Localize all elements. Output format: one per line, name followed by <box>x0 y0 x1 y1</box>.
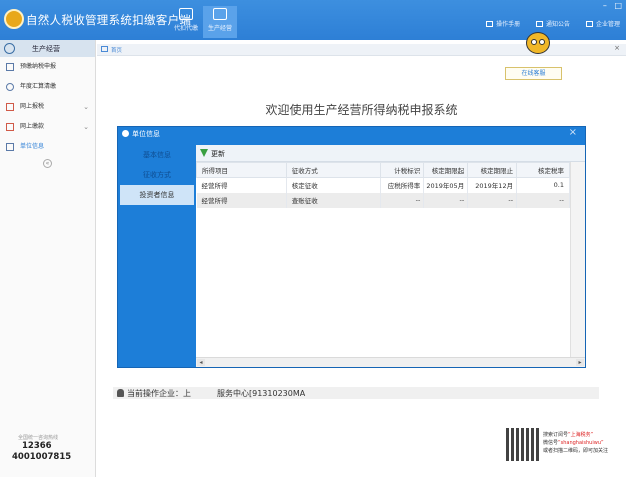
table-cell: -- <box>380 192 425 208</box>
chevron-down-icon: ⌄ <box>83 123 89 131</box>
sidebar-item-unit-info[interactable]: 单位信息 <box>0 137 95 157</box>
table-row[interactable]: 经营所得 查账征收 -- -- -- -- <box>196 192 570 208</box>
table-cell: 经营所得 <box>196 192 287 208</box>
menu-icon[interactable] <box>4 43 15 54</box>
table-cell: 经营所得 <box>196 177 287 193</box>
hotline-number: 4001007815 <box>12 452 72 462</box>
column-header: 计税标识 <box>380 162 425 178</box>
nav-withholding-label: 代扣代缴 <box>173 25 198 32</box>
scroll-left-button[interactable]: ◂ <box>197 359 205 366</box>
table-cell: -- <box>423 192 469 208</box>
table-cell: 2019年05月 <box>423 177 469 193</box>
sidebar-header: 生产经营 <box>0 40 95 57</box>
sidebar-title: 生产经营 <box>32 45 60 53</box>
tab-collection-method[interactable]: 征收方式 <box>120 165 194 185</box>
database-icon <box>213 8 227 20</box>
table-cell: 应税所得率 <box>380 177 425 193</box>
nav-withholding-button[interactable]: 代扣代缴 <box>169 6 203 38</box>
payment-icon <box>6 123 14 131</box>
window-controls: – □ <box>598 1 622 10</box>
column-header: 核定期限止 <box>467 162 518 178</box>
home-icon <box>101 46 108 52</box>
vertical-scrollbar[interactable] <box>570 162 585 357</box>
table-cell: 核定征收 <box>286 177 382 193</box>
breadcrumb-home[interactable]: 首页 <box>111 46 122 54</box>
sidebar-item-label: 网上报税 <box>20 103 45 110</box>
sidebar-item-prepayment[interactable]: 预缴纳税申报 <box>0 57 95 77</box>
minimize-button[interactable]: – <box>603 1 607 10</box>
gear-icon <box>122 130 129 137</box>
maximize-button[interactable]: □ <box>614 1 622 10</box>
chevron-down-icon: ⌄ <box>83 103 89 111</box>
hotline-label: 全国统一咨询热线 <box>18 435 59 441</box>
hotline-number: 12366 <box>22 441 52 451</box>
sidebar-item-label: 单位信息 <box>20 143 45 150</box>
tab-basic-info[interactable]: 基本信息 <box>120 145 194 165</box>
wechat-follow-text: 搜索订阅号“上海税务” 微信号“shanghaishuiwu” 或者扫描二维码，… <box>543 432 609 454</box>
form-icon <box>6 63 14 71</box>
sidebar-collapse-button[interactable]: « <box>43 159 52 168</box>
close-tab-button[interactable]: × <box>614 44 620 52</box>
dialog-panel: 更新 所得项目 征收方式 计税标识 核定期限起 核定期限止 核定税率 经营所得 … <box>196 145 585 367</box>
refresh-button[interactable]: 更新 <box>211 149 225 159</box>
column-header: 征收方式 <box>285 162 382 178</box>
nav-business-button[interactable]: 生产经营 <box>203 6 237 38</box>
column-header: 核定期限起 <box>423 162 469 178</box>
sidebar-item-annual-settlement[interactable]: 年度汇算清缴 <box>0 77 95 97</box>
hotline-block: 全国统一咨询热线 12366 4001007815 <box>8 434 71 463</box>
wechat-qr-code <box>506 428 539 461</box>
mascot-image <box>523 26 553 60</box>
table-cell: 2019年12月 <box>467 177 518 193</box>
sidebar-item-online-payment[interactable]: 网上缴款 ⌄ <box>0 117 95 137</box>
enterprise-link[interactable]: 企业管理 <box>585 21 620 28</box>
current-company-bar: 当前操作企业：上 服务中心[91310230MA <box>113 387 599 399</box>
refresh-icon[interactable] <box>200 149 208 157</box>
nav-business-label: 生产经营 <box>207 25 232 32</box>
sidebar: 生产经营 预缴纳税申报 年度汇算清缴 网上报税 ⌄ 网上缴款 ⌄ 单位信息 « … <box>0 40 96 477</box>
table-header-row: 所得项目 征收方式 计税标识 核定期限起 核定期限止 核定税率 <box>196 162 570 178</box>
mascot-face <box>526 32 550 54</box>
dialog-close-button[interactable]: × <box>569 127 577 138</box>
user-icon <box>117 389 124 397</box>
current-company-label: 当前操作企业：上 服务中心[91310230MA <box>127 389 306 398</box>
info-icon <box>6 143 14 151</box>
tab-investor-info[interactable]: 投资者信息 <box>120 185 194 205</box>
dialog-nav: 基本信息 征收方式 投资者信息 <box>120 145 194 205</box>
app-title: 自然人税收管理系统扣缴客户端 <box>26 13 192 27</box>
dialog-toolbar: 更新 <box>196 145 585 162</box>
column-header: 核定税率 <box>516 162 570 178</box>
table-cell: 0.1 <box>516 177 570 193</box>
online-service-button[interactable]: 在线客服 <box>505 67 562 80</box>
sidebar-item-label: 网上缴款 <box>20 123 45 130</box>
table-cell: 查账征收 <box>286 192 382 208</box>
sidebar-item-online-filing[interactable]: 网上报税 ⌄ <box>0 97 95 117</box>
column-header: 所得项目 <box>196 162 287 178</box>
unit-info-dialog: 单位信息 × 基本信息 征收方式 投资者信息 更新 所得项目 征收方式 计税标识… <box>117 126 586 368</box>
clock-icon <box>6 83 14 91</box>
send-icon <box>6 103 14 111</box>
table-cell: -- <box>467 192 518 208</box>
manual-link[interactable]: 操作手册 <box>486 21 520 28</box>
tax-logo-icon <box>4 9 24 29</box>
collection-table: 所得项目 征收方式 计税标识 核定期限起 核定期限止 核定税率 经营所得 核定征… <box>196 162 570 208</box>
mascot-eye <box>531 39 537 45</box>
mascot-eye <box>539 39 545 45</box>
table-cell: -- <box>516 192 570 208</box>
table-row[interactable]: 经营所得 核定征收 应税所得率 2019年05月 2019年12月 0.1 <box>196 177 570 193</box>
horizontal-scrollbar[interactable]: ◂ ▸ <box>196 357 585 367</box>
welcome-title: 欢迎使用生产经营所得纳税申报系统 <box>265 103 458 117</box>
document-icon <box>179 8 193 20</box>
sidebar-item-label: 年度汇算清缴 <box>20 83 57 90</box>
building-icon <box>585 21 593 27</box>
scroll-right-button[interactable]: ▸ <box>576 359 584 366</box>
manual-icon <box>486 21 494 27</box>
dialog-title: 单位信息 <box>122 129 160 139</box>
sidebar-item-label: 预缴纳税申报 <box>20 63 57 70</box>
